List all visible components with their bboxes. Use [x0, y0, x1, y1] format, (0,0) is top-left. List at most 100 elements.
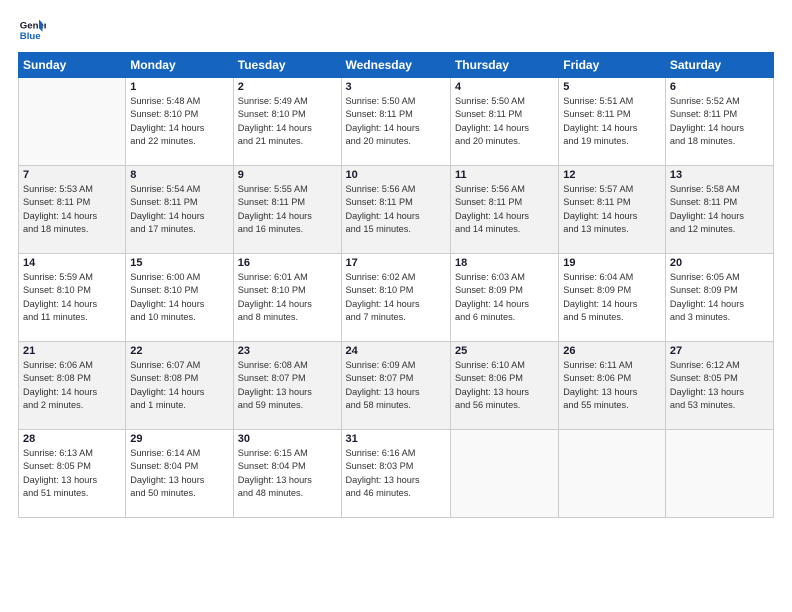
day-number: 20: [670, 257, 769, 269]
calendar-cell: 9 Sunrise: 5:55 AM Sunset: 8:11 PM Daylig…: [233, 166, 341, 254]
col-header-tuesday: Tuesday: [233, 53, 341, 78]
calendar-cell: 22 Sunrise: 6:07 AM Sunset: 8:08 PM Dayli…: [126, 342, 233, 430]
day-number: 6: [670, 81, 769, 93]
day-number: 4: [455, 81, 554, 93]
day-info: Sunrise: 6:00 AM Sunset: 8:10 PM Dayligh…: [130, 271, 228, 324]
day-info: Sunrise: 6:08 AM Sunset: 8:07 PM Dayligh…: [238, 359, 337, 412]
calendar-cell: 19 Sunrise: 6:04 AM Sunset: 8:09 PM Dayli…: [559, 254, 666, 342]
col-header-saturday: Saturday: [665, 53, 773, 78]
day-number: 16: [238, 257, 337, 269]
calendar-cell: 2 Sunrise: 5:49 AM Sunset: 8:10 PM Daylig…: [233, 78, 341, 166]
day-info: Sunrise: 6:03 AM Sunset: 8:09 PM Dayligh…: [455, 271, 554, 324]
calendar-week-row: 1Sunrise: 5:48 AM Sunset: 8:10 PM Daylig…: [19, 78, 774, 166]
day-info: Sunrise: 5:56 AM Sunset: 8:11 PM Dayligh…: [346, 183, 446, 236]
day-number: 30: [238, 433, 337, 445]
day-info: Sunrise: 6:14 AM Sunset: 8:04 PM Dayligh…: [130, 447, 228, 500]
calendar-table: SundayMondayTuesdayWednesdayThursdayFrid…: [18, 52, 774, 518]
day-number: 2: [238, 81, 337, 93]
calendar-week-row: 7Sunrise: 5:53 AM Sunset: 8:11 PM Daylig…: [19, 166, 774, 254]
day-number: 23: [238, 345, 337, 357]
calendar-week-row: 14Sunrise: 5:59 AM Sunset: 8:10 PM Dayli…: [19, 254, 774, 342]
day-number: 27: [670, 345, 769, 357]
day-info: Sunrise: 6:04 AM Sunset: 8:09 PM Dayligh…: [563, 271, 661, 324]
day-info: Sunrise: 6:05 AM Sunset: 8:09 PM Dayligh…: [670, 271, 769, 324]
calendar-cell: 18 Sunrise: 6:03 AM Sunset: 8:09 PM Dayli…: [450, 254, 558, 342]
calendar-cell: 13 Sunrise: 5:58 AM Sunset: 8:11 PM Dayli…: [665, 166, 773, 254]
day-info: Sunrise: 5:59 AM Sunset: 8:10 PM Dayligh…: [23, 271, 121, 324]
calendar-cell: 23 Sunrise: 6:08 AM Sunset: 8:07 PM Dayli…: [233, 342, 341, 430]
calendar-cell: 26 Sunrise: 6:11 AM Sunset: 8:06 PM Dayli…: [559, 342, 666, 430]
day-number: 12: [563, 169, 661, 181]
calendar-cell: 1Sunrise: 5:48 AM Sunset: 8:10 PM Daylig…: [126, 78, 233, 166]
logo: General Blue: [18, 16, 50, 44]
calendar-cell: 14Sunrise: 5:59 AM Sunset: 8:10 PM Dayli…: [19, 254, 126, 342]
day-number: 13: [670, 169, 769, 181]
day-info: Sunrise: 5:55 AM Sunset: 8:11 PM Dayligh…: [238, 183, 337, 236]
day-info: Sunrise: 5:54 AM Sunset: 8:11 PM Dayligh…: [130, 183, 228, 236]
day-number: 25: [455, 345, 554, 357]
day-number: 17: [346, 257, 446, 269]
day-info: Sunrise: 6:01 AM Sunset: 8:10 PM Dayligh…: [238, 271, 337, 324]
day-info: Sunrise: 5:52 AM Sunset: 8:11 PM Dayligh…: [670, 95, 769, 148]
day-number: 26: [563, 345, 661, 357]
calendar-cell: 21 Sunrise: 6:06 AM Sunset: 8:08 PM Dayli…: [19, 342, 126, 430]
day-number: 29: [130, 433, 228, 445]
calendar-cell: 12 Sunrise: 5:57 AM Sunset: 8:11 PM Dayli…: [559, 166, 666, 254]
calendar-cell: 8 Sunrise: 5:54 AM Sunset: 8:11 PM Daylig…: [126, 166, 233, 254]
day-info: Sunrise: 6:10 AM Sunset: 8:06 PM Dayligh…: [455, 359, 554, 412]
calendar-cell: 29 Sunrise: 6:14 AM Sunset: 8:04 PM Dayli…: [126, 430, 233, 518]
calendar-cell: 5Sunrise: 5:51 AM Sunset: 8:11 PM Daylig…: [559, 78, 666, 166]
day-number: 10: [346, 169, 446, 181]
calendar-cell: 15 Sunrise: 6:00 AM Sunset: 8:10 PM Dayli…: [126, 254, 233, 342]
day-info: Sunrise: 5:49 AM Sunset: 8:10 PM Dayligh…: [238, 95, 337, 148]
day-info: Sunrise: 6:16 AM Sunset: 8:03 PM Dayligh…: [346, 447, 446, 500]
calendar-cell: 31 Sunrise: 6:16 AM Sunset: 8:03 PM Dayli…: [341, 430, 450, 518]
day-info: Sunrise: 5:57 AM Sunset: 8:11 PM Dayligh…: [563, 183, 661, 236]
calendar-cell: 10 Sunrise: 5:56 AM Sunset: 8:11 PM Dayli…: [341, 166, 450, 254]
day-number: 24: [346, 345, 446, 357]
day-info: Sunrise: 6:11 AM Sunset: 8:06 PM Dayligh…: [563, 359, 661, 412]
day-number: 28: [23, 433, 121, 445]
day-info: Sunrise: 6:07 AM Sunset: 8:08 PM Dayligh…: [130, 359, 228, 412]
day-number: 31: [346, 433, 446, 445]
day-info: Sunrise: 5:56 AM Sunset: 8:11 PM Dayligh…: [455, 183, 554, 236]
calendar-cell: [450, 430, 558, 518]
day-info: Sunrise: 5:58 AM Sunset: 8:11 PM Dayligh…: [670, 183, 769, 236]
day-number: 15: [130, 257, 228, 269]
calendar-cell: 25 Sunrise: 6:10 AM Sunset: 8:06 PM Dayli…: [450, 342, 558, 430]
svg-text:Blue: Blue: [20, 31, 41, 42]
calendar-week-row: 21 Sunrise: 6:06 AM Sunset: 8:08 PM Dayli…: [19, 342, 774, 430]
calendar-cell: 17 Sunrise: 6:02 AM Sunset: 8:10 PM Dayli…: [341, 254, 450, 342]
calendar-cell: 30 Sunrise: 6:15 AM Sunset: 8:04 PM Dayli…: [233, 430, 341, 518]
calendar-cell: 20 Sunrise: 6:05 AM Sunset: 8:09 PM Dayli…: [665, 254, 773, 342]
calendar-cell: 28 Sunrise: 6:13 AM Sunset: 8:05 PM Dayli…: [19, 430, 126, 518]
logo-icon: General Blue: [18, 16, 46, 44]
day-info: Sunrise: 6:06 AM Sunset: 8:08 PM Dayligh…: [23, 359, 121, 412]
calendar-cell: 3Sunrise: 5:50 AM Sunset: 8:11 PM Daylig…: [341, 78, 450, 166]
day-number: 22: [130, 345, 228, 357]
day-info: Sunrise: 5:50 AM Sunset: 8:11 PM Dayligh…: [346, 95, 446, 148]
day-number: 8: [130, 169, 228, 181]
col-header-sunday: Sunday: [19, 53, 126, 78]
calendar-header-row: SundayMondayTuesdayWednesdayThursdayFrid…: [19, 53, 774, 78]
calendar-cell: 11 Sunrise: 5:56 AM Sunset: 8:11 PM Dayli…: [450, 166, 558, 254]
day-number: 18: [455, 257, 554, 269]
calendar-cell: 24Sunrise: 6:09 AM Sunset: 8:07 PM Dayli…: [341, 342, 450, 430]
calendar-cell: [665, 430, 773, 518]
col-header-monday: Monday: [126, 53, 233, 78]
calendar-cell: 7Sunrise: 5:53 AM Sunset: 8:11 PM Daylig…: [19, 166, 126, 254]
day-info: Sunrise: 6:02 AM Sunset: 8:10 PM Dayligh…: [346, 271, 446, 324]
calendar-week-row: 28 Sunrise: 6:13 AM Sunset: 8:05 PM Dayli…: [19, 430, 774, 518]
day-number: 9: [238, 169, 337, 181]
day-info: Sunrise: 5:50 AM Sunset: 8:11 PM Dayligh…: [455, 95, 554, 148]
day-number: 21: [23, 345, 121, 357]
day-number: 11: [455, 169, 554, 181]
col-header-friday: Friday: [559, 53, 666, 78]
day-info: Sunrise: 5:53 AM Sunset: 8:11 PM Dayligh…: [23, 183, 121, 236]
day-number: 19: [563, 257, 661, 269]
calendar-cell: [19, 78, 126, 166]
day-number: 5: [563, 81, 661, 93]
day-info: Sunrise: 6:13 AM Sunset: 8:05 PM Dayligh…: [23, 447, 121, 500]
day-info: Sunrise: 6:15 AM Sunset: 8:04 PM Dayligh…: [238, 447, 337, 500]
col-header-wednesday: Wednesday: [341, 53, 450, 78]
